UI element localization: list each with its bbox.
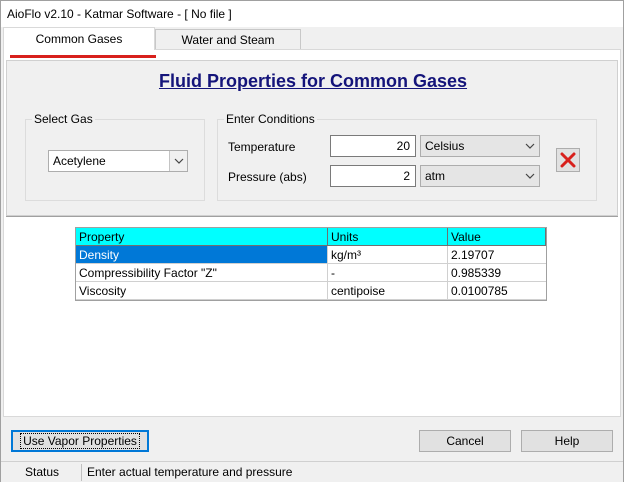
header-units[interactable]: Units xyxy=(328,228,448,246)
tab-label: Common Gases xyxy=(35,32,123,46)
group-label: Select Gas xyxy=(32,112,95,126)
status-label: Status xyxy=(25,465,60,479)
status-bar: Status Enter actual temperature and pres… xyxy=(1,461,623,482)
temperature-unit-dropdown[interactable]: Celsius xyxy=(420,135,540,157)
button-label: Help xyxy=(554,434,580,448)
pressure-label: Pressure (abs) xyxy=(228,170,307,184)
status-separator xyxy=(81,464,82,481)
properties-grid[interactable]: Property Units Value Density kg/m³ 2.197… xyxy=(75,227,547,301)
red-x-icon xyxy=(560,152,576,168)
pressure-unit-dropdown[interactable]: atm xyxy=(420,165,540,187)
cell-units[interactable]: kg/m³ xyxy=(328,246,448,264)
active-tab-indicator xyxy=(10,55,156,58)
gas-dropdown[interactable]: Acetylene xyxy=(48,150,188,172)
button-label: Cancel xyxy=(446,434,484,448)
window-title: AioFlo v2.10 - Katmar Software - [ No fi… xyxy=(7,7,232,21)
chevron-down-icon[interactable] xyxy=(169,151,187,171)
select-gas-group: Select Gas Acetylene xyxy=(25,112,205,201)
temperature-label: Temperature xyxy=(228,140,296,154)
gas-value: Acetylene xyxy=(53,154,106,168)
cell-units[interactable]: - xyxy=(328,264,448,282)
table-row[interactable]: Viscosity centipoise 0.0100785 xyxy=(76,282,546,300)
status-message: Enter actual temperature and pressure xyxy=(87,465,293,479)
tab-water-and-steam[interactable]: Water and Steam xyxy=(155,29,301,50)
help-button[interactable]: Help xyxy=(521,430,613,452)
grid-header-row: Property Units Value xyxy=(76,228,546,246)
temperature-unit: Celsius xyxy=(425,139,465,153)
input-section: Fluid Properties for Common Gases Select… xyxy=(6,60,618,216)
temperature-input[interactable]: 20 xyxy=(330,135,416,157)
button-label: Use Vapor Properties xyxy=(20,433,140,449)
table-row[interactable]: Density kg/m³ 2.19707 xyxy=(76,246,546,264)
chevron-down-icon[interactable] xyxy=(521,136,539,156)
title-bar: AioFlo v2.10 - Katmar Software - [ No fi… xyxy=(1,1,623,27)
cancel-button[interactable]: Cancel xyxy=(419,430,511,452)
cell-property[interactable]: Compressibility Factor "Z" xyxy=(76,264,328,282)
cell-property[interactable]: Density xyxy=(76,246,328,264)
pressure-value: 2 xyxy=(403,169,410,183)
pressure-unit: atm xyxy=(425,169,446,183)
tab-label: Water and Steam xyxy=(181,33,275,47)
cell-property[interactable]: Viscosity xyxy=(76,282,328,300)
section-divider xyxy=(6,216,618,217)
cell-units[interactable]: centipoise xyxy=(328,282,448,300)
table-row[interactable]: Compressibility Factor "Z" - 0.985339 xyxy=(76,264,546,282)
cell-value[interactable]: 0.0100785 xyxy=(448,282,546,300)
page-title: Fluid Properties for Common Gases xyxy=(158,71,468,91)
tab-strip: Common Gases Water and Steam xyxy=(1,27,623,50)
temperature-value: 20 xyxy=(396,139,410,153)
cell-value[interactable]: 2.19707 xyxy=(448,246,546,264)
enter-conditions-group: Enter Conditions Temperature 20 Celsius … xyxy=(217,112,597,201)
group-label: Enter Conditions xyxy=(224,112,317,126)
clear-button[interactable] xyxy=(556,148,580,172)
chevron-down-icon[interactable] xyxy=(521,166,539,186)
header-property[interactable]: Property xyxy=(76,228,328,246)
cell-value[interactable]: 0.985339 xyxy=(448,264,546,282)
tab-common-gases[interactable]: Common Gases xyxy=(3,27,155,50)
app-window: AioFlo v2.10 - Katmar Software - [ No fi… xyxy=(0,0,624,482)
pressure-input[interactable]: 2 xyxy=(330,165,416,187)
header-value[interactable]: Value xyxy=(448,228,546,246)
use-vapor-properties-button[interactable]: Use Vapor Properties xyxy=(11,430,149,452)
